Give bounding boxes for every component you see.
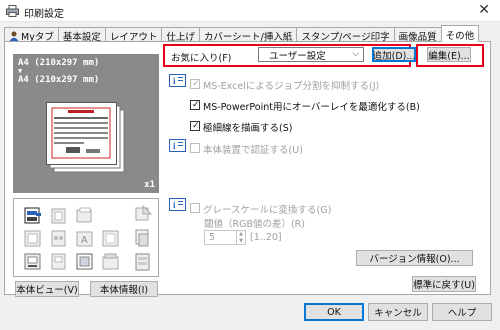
info-icon: i [169, 74, 186, 87]
grayscale-label: グレースケールに変換する(G) [203, 205, 332, 216]
favorites-label: お気に入り(F) [171, 53, 232, 64]
checkmark-icon: ✓ [192, 100, 200, 110]
add-favorite-button[interactable]: 追加(D)... [372, 47, 416, 62]
cassette-icon [24, 230, 41, 247]
large-capacity-unit-icon [135, 253, 150, 271]
tab-basic[interactable]: 基本設定 [57, 27, 106, 43]
fax-icon [51, 253, 66, 270]
tab-my-tab[interactable]: Myタブ [4, 27, 59, 43]
tab-strip: Myタブ 基本設定 レイアウト 仕上げ カバーシート/挿入紙 スタンプ/ページ印… [4, 25, 480, 43]
checkmark-icon: ✓ [192, 121, 200, 131]
printer-icon [6, 5, 19, 17]
title-bar: 印刷設定 ✕ [0, 0, 500, 22]
booklet-icon [135, 229, 149, 247]
paper-size-output: A4 (210x297 mm) [18, 75, 100, 85]
threshold-label: 閾値（RGB値の差）(R) [204, 219, 305, 230]
machine-options-panel: A [13, 198, 159, 277]
tab-other[interactable]: その他 [440, 25, 480, 42]
chevron-down-icon: ⌵ [352, 49, 359, 59]
user-icon [9, 31, 19, 41]
checkmark-icon: ✓ [192, 79, 200, 89]
tab-quality[interactable]: 画像品質 [393, 27, 442, 43]
device-auth-label: 本体装置で認証する(U) [203, 145, 303, 156]
restore-default-button[interactable]: 標準に戻す(U) [412, 276, 476, 292]
stepper-arrows-icon[interactable]: ▲ ▼ [236, 231, 245, 244]
threshold-value: 5 [209, 232, 216, 243]
thin-line-checkbox[interactable]: ✓ [190, 121, 200, 131]
tray-icon [51, 208, 66, 224]
info-icon: i [169, 139, 186, 152]
print-preview: A4 (210x297 mm) ▼ A4 (210x297 mm) x1 [13, 54, 159, 193]
output-tray-icon [135, 205, 152, 221]
info-icon: i [169, 198, 186, 211]
tab-layout[interactable]: レイアウト [104, 27, 163, 43]
tab-cover-sheet[interactable]: カバーシート/挿入紙 [198, 27, 298, 43]
thin-line-label: 極細線を描画する(S) [203, 123, 293, 134]
cancel-button[interactable]: キャンセル [368, 303, 428, 321]
ok-button[interactable]: OK [304, 303, 364, 321]
threshold-stepper[interactable]: 5 ▲ ▼ [204, 230, 246, 245]
edit-favorite-button[interactable]: 編集(E)... [427, 47, 471, 62]
powerpoint-overlay-label: MS-PowerPoint用にオーバーレイを最適化する(B) [203, 102, 420, 113]
svg-text:A: A [81, 235, 88, 246]
help-button[interactable]: ヘルプ [432, 303, 492, 321]
favorites-select[interactable]: ユーザー設定 ⌵ [258, 47, 364, 62]
favorites-selected-value: ユーザー設定 [269, 50, 326, 62]
folding-icon [102, 230, 119, 247]
page-stack-icon [46, 102, 125, 173]
finisher-icon [76, 207, 92, 223]
paper-size-original: A4 (210x297 mm) [18, 58, 100, 68]
copies-indicator: x1 [144, 180, 155, 190]
tab-stamp[interactable]: スタンプ/ページ印字 [296, 27, 395, 43]
excel-split-checkbox[interactable]: ✓ [190, 79, 200, 89]
threshold-range: [1..20] [250, 232, 282, 243]
stapler-icon: A [76, 231, 93, 247]
powerpoint-overlay-checkbox[interactable]: ✓ [190, 100, 200, 110]
printer-info-button[interactable]: 本体情報(I) [90, 281, 158, 297]
tab-finishing[interactable]: 仕上げ [161, 27, 200, 43]
version-info-button[interactable]: バージョン情報(O)... [356, 250, 473, 266]
printer-view-button[interactable]: 本体ビュー(V) [15, 281, 79, 297]
hdd-icon [24, 253, 41, 270]
scanner-icon [102, 253, 119, 270]
hole-punch-icon [51, 230, 66, 247]
memory-icon [76, 253, 93, 270]
tab-label: その他 [445, 30, 475, 42]
device-auth-checkbox[interactable] [190, 143, 200, 153]
close-icon[interactable]: ✕ [478, 2, 490, 18]
grayscale-checkbox[interactable] [190, 203, 200, 213]
excel-split-label: MS-Excelによるジョブ分割を抑制する(J) [203, 81, 380, 92]
window-title: 印刷設定 [24, 9, 64, 20]
machine-icon [24, 207, 41, 224]
arrow-down-icon: ▼ [18, 67, 23, 75]
